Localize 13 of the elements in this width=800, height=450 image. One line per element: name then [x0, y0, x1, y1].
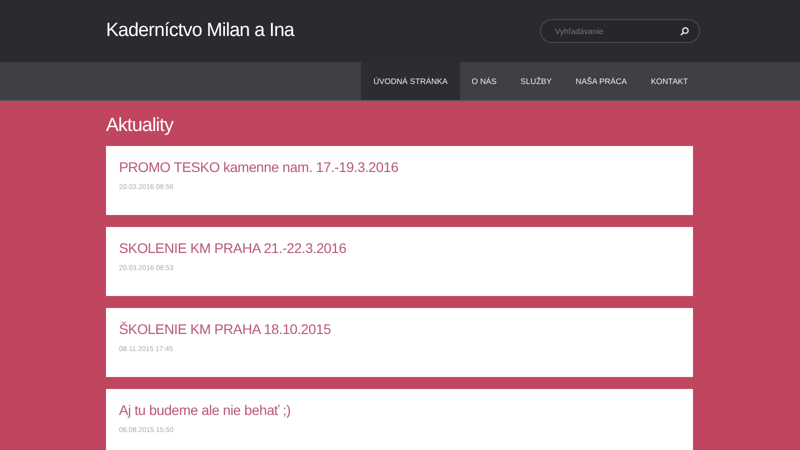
article-title[interactable]: ŠKOLENIE KM PRAHA 18.10.2015	[119, 321, 680, 337]
search-field[interactable]: Vyhľadávanie	[540, 19, 700, 43]
search-icon[interactable]	[680, 27, 689, 36]
nav-tab[interactable]: KONTAKT	[638, 62, 700, 100]
article-title[interactable]: SKOLENIE KM PRAHA 21.-22.3.2016	[119, 240, 680, 256]
article-title[interactable]: Aj tu budeme ale nie behať ;)	[119, 402, 680, 418]
nav-tab[interactable]: ÚVODNÁ STRÁNKA	[361, 62, 460, 100]
nav-tab[interactable]: NAŠA PRÁCA	[564, 62, 639, 100]
nav-tab[interactable]: O NÁS	[460, 62, 509, 100]
page-heading: Aktuality	[106, 115, 175, 137]
article-title[interactable]: PROMO TESKO kamenne nam. 17.-19.3.2016	[119, 159, 680, 175]
site-title[interactable]: Kaderníctvo Milan a Ina	[106, 20, 294, 42]
nav-tab[interactable]: SLUŽBY	[508, 62, 564, 100]
